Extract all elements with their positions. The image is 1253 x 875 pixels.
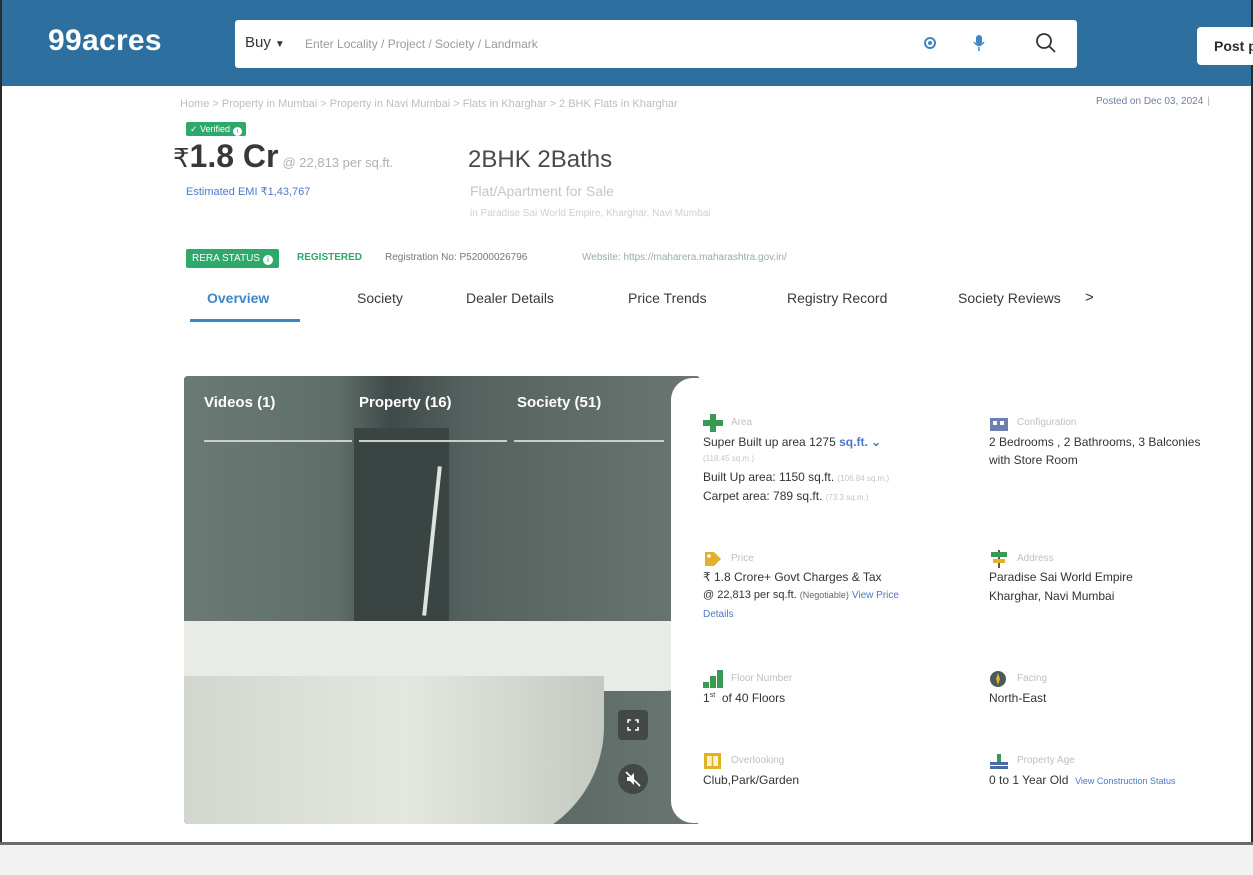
mute-icon[interactable] [618,764,648,794]
site-logo[interactable]: 99acres [48,24,162,58]
tab-overview[interactable]: Overview [207,290,269,306]
tab-society-reviews[interactable]: Society Reviews [958,290,1061,306]
gallery-tab-underline [514,440,664,442]
buy-dropdown-label: Buy [245,34,271,51]
tab-dealer-details[interactable]: Dealer Details [466,290,554,306]
gallery-image-bowl [184,676,604,824]
media-gallery[interactable]: Videos (1) Property (16) Society (51) [184,376,700,824]
rera-status-badge: RERA STATUS i [186,249,279,268]
search-input[interactable]: Enter Locality / Project / Society / Lan… [305,37,538,51]
details-card-edge [671,378,701,823]
gallery-tab-society[interactable]: Society (51) [517,394,601,411]
listing-subtitle: Flat/Apartment for Sale [470,183,614,199]
tab-price-trends[interactable]: Price Trends [628,290,707,306]
top-header: 99acres Buy ▼ Enter Locality / Project / … [2,0,1253,86]
detail-property-age: Property Age 0 to 1 Year Old View Constr… [989,752,1251,797]
posted-date: Posted on Dec 03, 2024 | [1096,96,1210,107]
active-tab-indicator [190,319,300,322]
estimated-emi-link[interactable]: Estimated EMI ₹1,43,767 [186,185,310,198]
tab-registry-record[interactable]: Registry Record [787,290,887,306]
info-icon[interactable]: i [233,127,243,136]
breadcrumb[interactable]: Home > Property in Mumbai > Property in … [180,98,678,110]
rera-registered-status: REGISTERED [297,252,363,263]
detail-configuration: Configuration 2 Bedrooms , 2 Bathrooms, … [989,414,1249,474]
detail-address: Address Paradise Sai World Empire Khargh… [989,550,1249,610]
floor-icon [703,670,723,688]
search-icon[interactable] [1035,32,1057,54]
overlooking-icon [704,753,721,769]
info-icon[interactable]: i [262,255,273,265]
rera-registration-number: Registration No: P52000026796 [385,252,528,263]
price-per-sqft: @ 22,813 per sq.ft. [282,155,394,170]
gallery-tab-property[interactable]: Property (16) [359,394,452,411]
locate-me-icon[interactable] [923,36,937,50]
rera-website-link[interactable]: Website: https://maharera.maharashtra.go… [582,252,787,263]
view-price-details-link[interactable]: Details [703,609,734,620]
search-bar[interactable]: Buy ▼ Enter Locality / Project / Society … [235,20,1077,68]
detail-overlooking: Overlooking Club,Park/Garden [703,752,973,797]
price-tag-icon [705,552,721,566]
detail-facing: Facing North-East [989,670,1249,715]
gallery-tab-underline [204,440,352,442]
tab-society[interactable]: Society [357,290,403,306]
fullscreen-icon[interactable] [618,710,648,740]
rupee-icon: ₹ [173,143,190,173]
detail-area: Area Super Built up area 1275 sq.ft. ⌄ (… [703,414,973,524]
configuration-icon [990,418,1008,431]
address-icon [991,550,1007,568]
compass-icon [990,671,1006,687]
gallery-tab-videos[interactable]: Videos (1) [204,394,275,411]
area-icon [703,414,723,432]
listing-price: ₹1.8 Cr @ 22,813 per sq.ft. [173,138,394,174]
property-age-icon [990,754,1008,769]
detail-floor-number: Floor Number 1st of 40 Floors [703,670,973,715]
buy-dropdown[interactable]: Buy ▼ [245,34,285,51]
listing-location: in Paradise Sai World Empire, Kharghar, … [470,208,711,219]
verified-badge: ✓ Verified i [186,122,247,136]
mic-icon[interactable] [973,34,985,52]
area-unit-dropdown[interactable]: sq.ft. ⌄ [839,435,881,449]
listing-title: 2BHK 2Baths [468,146,613,173]
gallery-tab-underline [359,440,507,442]
view-construction-status-link[interactable]: View Construction Status [1075,776,1175,786]
tabs-next-arrow[interactable]: > [1085,289,1094,306]
detail-price: Price ₹ 1.8 Crore+ Govt Charges & Tax @ … [703,550,973,630]
bottom-strip [0,842,1253,875]
post-property-button[interactable]: Post p [1197,27,1253,65]
caret-down-icon: ▼ [274,39,285,50]
view-price-details-link[interactable]: View Price [852,590,899,601]
gallery-tabs: Videos (1) Property (16) Society (51) [204,394,680,442]
